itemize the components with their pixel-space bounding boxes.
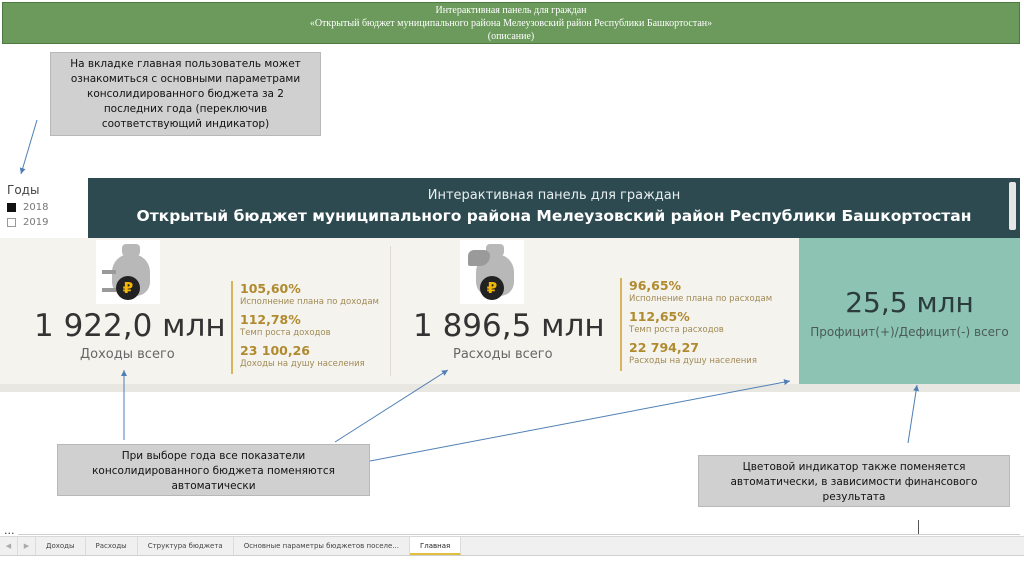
dashboard-title: Открытый бюджет муниципального района Ме… (136, 207, 972, 225)
kpi-item: 96,65% Исполнение плана по расходам (629, 278, 785, 305)
kpi-item: 23 100,26 Доходы на душу населения (240, 343, 391, 370)
banner-line-3: (описание) (487, 31, 535, 42)
expenses-total-value: 1 896,5 млн (413, 308, 605, 344)
kpi-panel-footer (0, 384, 1020, 392)
kpi-label: Исполнение плана по доходам (240, 297, 379, 307)
tabbar-track (18, 520, 1020, 535)
checkbox-checked-icon[interactable] (7, 203, 16, 212)
kpi-item: 112,78% Темп роста доходов (240, 312, 391, 339)
kpi-item: 22 794,27 Расходы на душу населения (629, 340, 785, 367)
kpi-label: Доходы на душу населения (240, 359, 365, 369)
callout-year-change: При выборе года все показатели консолиди… (57, 444, 370, 496)
tabbar-marker (918, 520, 919, 534)
banner-line-1: Интерактивная панель для граждан (435, 5, 587, 16)
years-filter: Годы 2018 2019 (7, 183, 77, 230)
tab-revenue[interactable]: Доходы (36, 537, 86, 555)
dashboard-subtitle: Интерактивная панель для граждан (427, 188, 681, 203)
hand-money-bag-ruble-icon: ₽ (460, 240, 524, 304)
dashboard-header: Интерактивная панель для граждан Открыты… (88, 178, 1020, 238)
arrow-to-result (369, 379, 791, 462)
kpi-item: 112,65% Темп роста расходов (629, 309, 785, 336)
kpi-value: 112,78% (240, 312, 301, 327)
description-banner: Интерактивная панель для граждан «Открыт… (2, 2, 1020, 44)
callout-color-indicator: Цветовой индикатор также поменяется авто… (698, 455, 1010, 507)
banner-line-2: «Открытый бюджет муниципального района М… (309, 18, 713, 29)
year-option-label: 2019 (23, 217, 49, 228)
expenses-total-label: Расходы всего (453, 347, 553, 362)
report-tabbar: ... ◀ ▶ Доходы Расходы Структура бюджета… (0, 520, 1024, 574)
expenses-kpi-list: 96,65% Исполнение плана по расходам 112,… (620, 278, 785, 371)
kpi-value: 23 100,26 (240, 343, 310, 358)
tab-expenses[interactable]: Расходы (86, 537, 138, 555)
revenue-total-label: Доходы всего (80, 347, 175, 362)
budget-result-value: 25,5 млн (845, 286, 974, 319)
revenue-kpi-list: 105,60% Исполнение плана по доходам 112,… (231, 281, 391, 374)
kpi-label: Расходы на душу населения (629, 356, 757, 366)
years-filter-title: Годы (7, 183, 40, 197)
kpi-value: 112,65% (629, 309, 690, 324)
kpi-label: Исполнение плана по расходам (629, 294, 773, 304)
checkbox-unchecked-icon[interactable] (7, 218, 16, 227)
budget-result-tile: 25,5 млн Профицит(+)/Дефицит(-) всего (799, 238, 1020, 384)
year-option-2018[interactable]: 2018 (7, 200, 77, 215)
tab-home[interactable]: Главная (410, 537, 462, 555)
kpi-label: Темп роста расходов (629, 325, 724, 335)
arrow-to-years (19, 119, 38, 175)
tab-budget-structure[interactable]: Структура бюджета (138, 537, 234, 555)
kpi-value: 105,60% (240, 281, 301, 296)
kpi-value: 96,65% (629, 278, 682, 293)
revenue-total-value: 1 922,0 млн (34, 308, 226, 344)
header-scrollbar[interactable] (1009, 182, 1016, 230)
callout-home-tab: На вкладке главная пользователь может оз… (50, 52, 321, 136)
budget-result-label: Профицит(+)/Дефицит(-) всего (810, 325, 1009, 339)
kpi-item: 105,60% Исполнение плана по доходам (240, 281, 391, 308)
money-bag-ruble-icon: ₽ (96, 240, 160, 304)
tab-prev-icon[interactable]: ◀ (0, 537, 18, 555)
year-option-2019[interactable]: 2019 (7, 215, 77, 230)
kpi-label: Темп роста доходов (240, 328, 331, 338)
tab-next-icon[interactable]: ▶ (18, 537, 36, 555)
tab-strip: ◀ ▶ Доходы Расходы Структура бюджета Осн… (0, 536, 1024, 556)
tab-settlements-parameters[interactable]: Основные параметры бюджетов поселе... (234, 537, 410, 555)
arrow-to-result-tile (907, 384, 920, 444)
year-option-label: 2018 (23, 202, 49, 213)
kpi-value: 22 794,27 (629, 340, 699, 355)
divider (390, 246, 391, 376)
